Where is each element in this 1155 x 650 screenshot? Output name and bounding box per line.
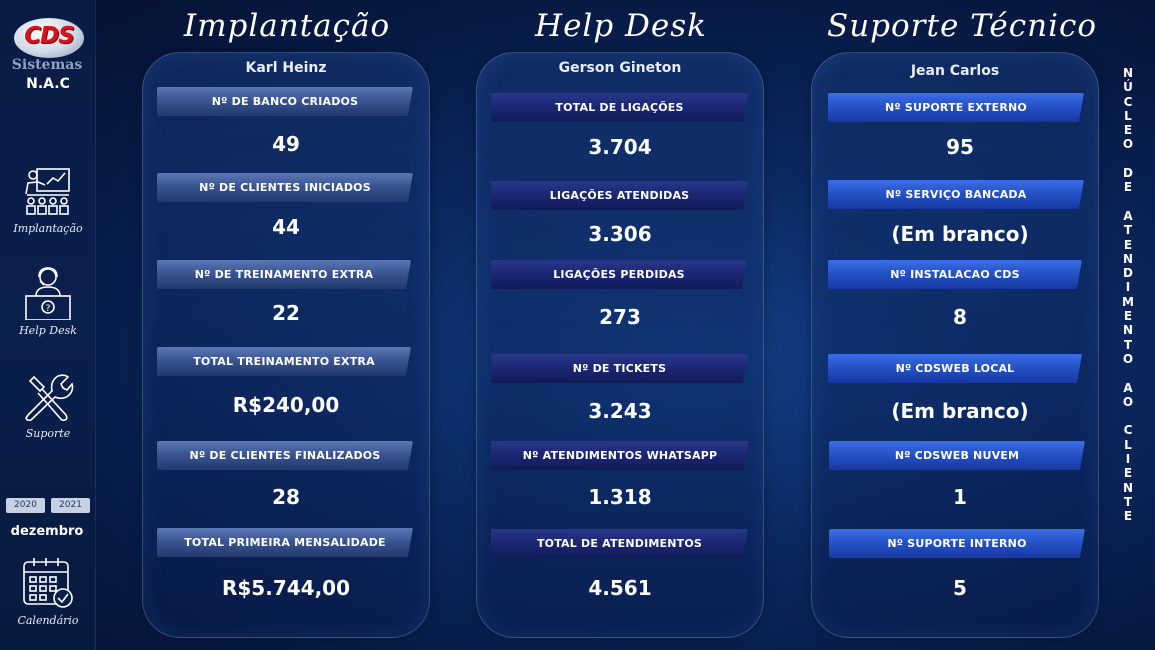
metric-value: 22 xyxy=(272,301,300,325)
metric-label: Nº DE BANCO CRIADOS xyxy=(157,87,413,116)
metric-label: Nº SUPORTE EXTERNO xyxy=(828,93,1084,122)
dashboard: CDS Sistemas N.A.C Implantação ? Help De… xyxy=(0,0,1155,650)
tools-icon xyxy=(25,374,74,422)
metric-value: 44 xyxy=(272,215,300,239)
metric-value: 273 xyxy=(599,305,641,329)
nav-label: Suporte xyxy=(25,427,71,440)
metric-label: TOTAL TREINAMENTO EXTRA xyxy=(157,347,411,376)
person-name: Gerson Gineton xyxy=(558,60,682,76)
metric-label: Nº SERVIÇO BANCADA xyxy=(828,180,1084,209)
metric-value: R$240,00 xyxy=(232,393,340,417)
metric-value: 49 xyxy=(272,132,300,156)
metric-value: 5 xyxy=(953,576,967,600)
nac-label: N.A.C xyxy=(26,76,70,92)
metric-value: 8 xyxy=(953,305,967,329)
metric-label: Nº DE CLIENTES INICIADOS xyxy=(157,173,413,202)
metric-label: Nº DE TICKETS xyxy=(491,354,748,383)
nav-implantacao[interactable]: Implantação xyxy=(0,166,96,235)
month-label: dezembro xyxy=(10,524,84,539)
metric-label: TOTAL DE LIGAÇÕES xyxy=(491,93,748,122)
nav-calendario[interactable]: Calendário xyxy=(0,556,96,627)
presentation-icon xyxy=(25,168,70,215)
year-2020-button[interactable]: 2020 xyxy=(6,498,45,513)
nav-label: Help Desk xyxy=(19,324,77,337)
title-suporte-tecnico: Suporte Técnico xyxy=(826,8,1098,44)
metric-value: 3.704 xyxy=(588,135,652,159)
year-2021-button[interactable]: 2021 xyxy=(51,498,90,513)
metric-value: 1 xyxy=(953,485,967,509)
title-help-desk: Help Desk xyxy=(535,8,707,44)
metric-label: Nº CDSWEB NUVEM xyxy=(829,441,1085,470)
nav-label: Calendário xyxy=(17,614,79,627)
metric-label: Nº DE CLIENTES FINALIZADOS xyxy=(157,441,413,470)
cds-logo: CDS xyxy=(14,14,84,58)
person-name: Karl Heinz xyxy=(245,60,327,76)
metric-value: 4.561 xyxy=(588,576,652,600)
metric-value: 95 xyxy=(946,135,974,159)
metric-value: 28 xyxy=(272,485,300,509)
metric-label: LIGAÇÕES PERDIDAS xyxy=(491,260,747,289)
metric-label: LIGAÇÕES ATENDIDAS xyxy=(491,181,748,210)
title-implantacao: Implantação xyxy=(183,8,391,44)
vertical-title: NÚCLEO DE ATENDIMENTO AO CLIENTE xyxy=(1122,66,1134,524)
nav-help-desk[interactable]: ? Help Desk xyxy=(0,266,96,337)
logo-subtitle: Sistemas xyxy=(11,57,83,73)
calendar-icon xyxy=(23,558,73,608)
metric-label: Nº SUPORTE INTERNO xyxy=(829,529,1085,558)
metric-value: R$5.744,00 xyxy=(221,576,350,600)
sidebar: CDS Sistemas N.A.C Implantação ? Help De… xyxy=(0,0,96,650)
metric-label: Nº CDSWEB LOCAL xyxy=(828,354,1082,383)
metric-value: 3.243 xyxy=(588,399,652,423)
person-name: Jean Carlos xyxy=(910,63,1000,79)
metric-label: TOTAL PRIMEIRA MENSALIDADE xyxy=(157,528,413,557)
metric-label: Nº ATENDIMENTOS WHATSAPP xyxy=(491,441,749,470)
nav-label: Implantação xyxy=(13,222,83,235)
metric-value: (Em branco) xyxy=(891,222,1029,246)
helpdesk-agent-icon: ? xyxy=(25,267,71,320)
metric-value: (Em branco) xyxy=(891,399,1029,423)
metric-value: 1.318 xyxy=(588,485,652,509)
nav-suporte[interactable]: Suporte xyxy=(0,371,96,440)
metric-label: Nº INSTALACAO CDS xyxy=(828,260,1082,289)
metric-label: Nº DE TREINAMENTO EXTRA xyxy=(157,260,411,289)
svg-text:?: ? xyxy=(46,304,51,314)
metric-value: 3.306 xyxy=(588,222,652,246)
metric-label: TOTAL DE ATENDIMENTOS xyxy=(491,529,748,558)
